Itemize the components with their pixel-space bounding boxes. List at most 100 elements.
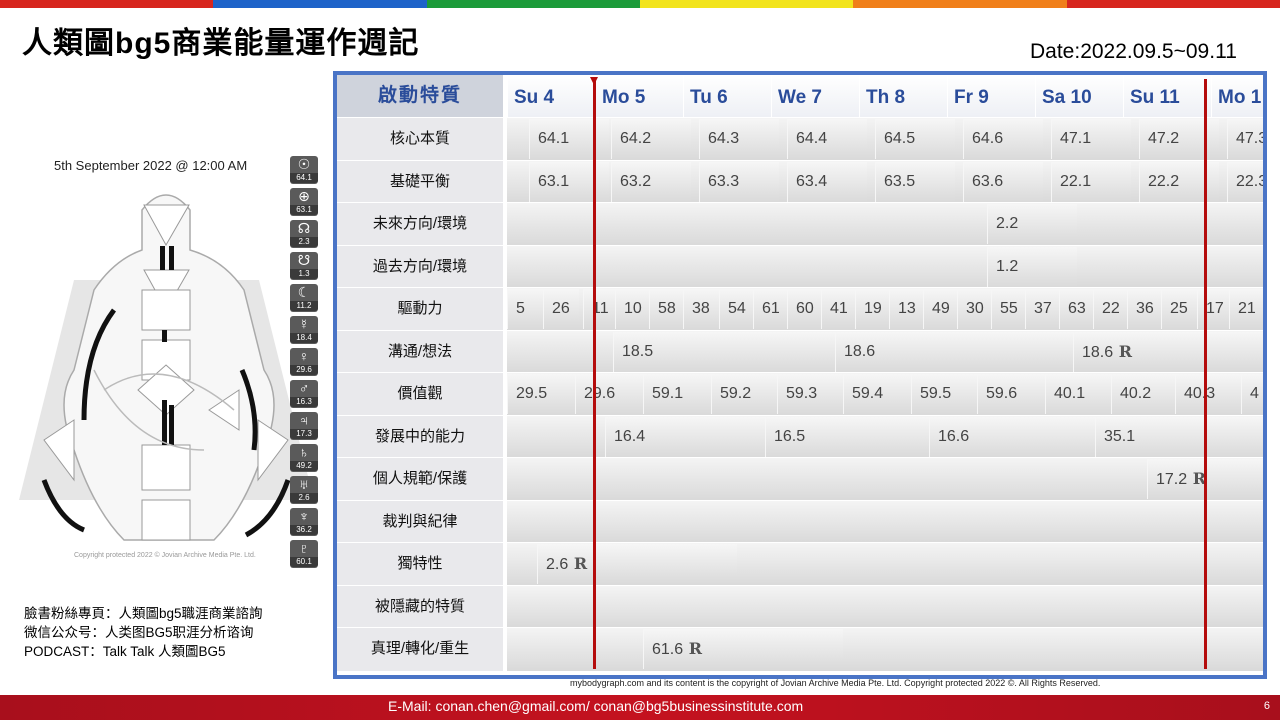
table-cell: 58	[649, 289, 685, 329]
transit-table: 啟動特質 Su 4 Mo 5 Tu 6 We 7 Th 8 Fr 9 Sa 10 Su 11 M…	[333, 71, 1267, 679]
footer-bar: E-Mail: conan.chen@gmail.com/ conan@bg5b…	[0, 695, 1280, 720]
row-label: 個人規範/保護	[337, 457, 503, 501]
table-cell: 17	[1197, 289, 1233, 329]
table-row: 29.5 29.6 59.1 59.2 59.3 59.4 59.5 59.6 40.1 40.2…	[507, 372, 1263, 416]
table-cell: 22	[1093, 289, 1129, 329]
table-cell: 47.2	[1139, 119, 1219, 159]
table-cell: 35.1	[1095, 416, 1263, 457]
table-cell: 64.5	[875, 119, 955, 159]
mars-icon: ♂ 16.3	[290, 380, 318, 408]
table-header-label: 啟動特質	[337, 75, 503, 117]
table-cell: 21	[1229, 289, 1263, 329]
table-cell: 16.6	[929, 416, 1097, 457]
planet-list: ☉ 64.1 ⊕ 63.1 ☊ 2.3 ☋ 1.3 ☾ 11.2 ☿ 18.4 ♀ 29.6 ♂ 16.3 ♃ 1…	[290, 156, 320, 572]
table-cell: 40.1	[1045, 374, 1113, 414]
table-row: 61.6	[507, 627, 1263, 671]
table-cell: 64.4	[787, 119, 867, 159]
table-cell: 63.6	[963, 161, 1043, 202]
note-facebook: 臉書粉絲專頁：人類圖bg5職涯商業諮詢	[24, 606, 263, 621]
table-cell: 64.6	[963, 119, 1043, 159]
day-header: Mo 1	[1211, 75, 1263, 117]
table-cell: 59.1	[643, 374, 711, 414]
table-cell: 29.6	[575, 374, 643, 414]
table-cell: 2.2	[987, 204, 1077, 244]
copyright-text: mybodygraph.com and its content is the c…	[570, 678, 1101, 688]
row-label: 價值觀	[337, 372, 503, 416]
table-row: 16.4 16.5 16.6 35.1	[507, 414, 1263, 458]
earth-icon: ⊕ 63.1	[290, 188, 318, 216]
table-cell: 25	[1161, 289, 1197, 329]
table-cell: 2.6	[537, 544, 737, 584]
table-cell: 41	[821, 289, 857, 329]
table-row: 5 26 11 10 58 38 54 61 60 41 19 13 49 30 55 37 63 22 36 25 1…	[507, 287, 1263, 331]
rainbow-bar	[0, 0, 1280, 8]
table-cell: 10	[615, 289, 651, 329]
south-node-icon: ☋ 1.3	[290, 252, 318, 280]
day-header: Su 11	[1123, 75, 1211, 117]
table-cell: 22.3	[1227, 161, 1263, 202]
table-cell: 11	[583, 289, 619, 329]
table-cell: 47.1	[1051, 119, 1131, 159]
table-cell: 26	[543, 289, 579, 329]
week-end-marker	[1204, 79, 1207, 669]
venus-icon: ♀ 29.6	[290, 348, 318, 376]
table-cell: 54	[719, 289, 755, 329]
mercury-icon: ☿ 18.4	[290, 316, 318, 344]
pluto-icon: ♇ 60.1	[290, 540, 318, 568]
row-label: 驅動力	[337, 287, 503, 331]
day-header: Sa 10	[1035, 75, 1123, 117]
table-cell: 49	[923, 289, 959, 329]
table-cell: 22.1	[1051, 161, 1131, 202]
date-range: Date:2022.09.5~09.11	[1030, 40, 1237, 63]
table-row: 2.2	[507, 202, 1263, 246]
day-header: Mo 5	[595, 75, 683, 117]
page-number: 6	[1263, 700, 1270, 712]
table-cell: 63.1	[529, 161, 609, 202]
table-cell: 63.4	[787, 161, 867, 202]
table-cell: 18.6	[1073, 331, 1263, 372]
note-podcast: PODCAST：Talk Talk 人類圖BG5	[24, 644, 226, 659]
table-cell: 59.4	[843, 374, 911, 414]
uranus-icon: ♅ 2.6	[290, 476, 318, 504]
neptune-icon: ♆ 36.2	[290, 508, 318, 536]
day-header: Tu 6	[683, 75, 771, 117]
contact-notes: 臉書粉絲專頁：人類圖bg5職涯商業諮詢 微信公众号：人类图BG5职涯分析谘询 P…	[24, 604, 263, 661]
table-row: 63.1 63.2 63.3 63.4 63.5 63.6 22.1 22.2 22.3	[507, 159, 1263, 203]
table-row: 17.2	[507, 457, 1263, 501]
saturn-icon: ♄ 49.2	[290, 444, 318, 472]
table-cell: 1.2	[987, 246, 1077, 287]
table-cell: 17.2	[1147, 459, 1263, 499]
table-cell: 63.5	[875, 161, 955, 202]
table-row: 64.1 64.2 64.3 64.4 64.5 64.6 47.1 47.2 47.3	[507, 117, 1263, 161]
table-cell: 18.5	[613, 331, 843, 372]
table-cell: 29.5	[507, 374, 575, 414]
table-cell: 59.2	[711, 374, 779, 414]
table-cell: 13	[889, 289, 925, 329]
table-cell: 16.5	[765, 416, 929, 457]
table-cell: 64.2	[611, 119, 691, 159]
row-label: 獨特性	[337, 542, 503, 586]
table-cell: 18.6	[835, 331, 1075, 372]
bodygraph-chart: 5th September 2022 @ 12:00 AM Copyright …	[14, 150, 324, 570]
table-cell: 64.1	[529, 119, 609, 159]
table-cell: 60	[787, 289, 823, 329]
row-label: 發展中的能力	[337, 414, 503, 458]
table-cell: 5	[507, 289, 543, 329]
day-header: We 7	[771, 75, 859, 117]
table-row: 18.5 18.6 18.6	[507, 329, 1263, 373]
page-title: 人類圖bg5商業能量運作週記	[22, 27, 420, 60]
footer-email: E-Mail: conan.chen@gmail.com/ conan@bg5b…	[388, 698, 804, 714]
table-cell: 40.3	[1175, 374, 1243, 414]
day-header: Th 8	[859, 75, 947, 117]
north-node-icon: ☊ 2.3	[290, 220, 318, 248]
moon-icon: ☾ 11.2	[290, 284, 318, 312]
row-label: 溝通/想法	[337, 329, 503, 373]
table-cell: 4	[1241, 374, 1263, 414]
table-cell: 61	[753, 289, 789, 329]
row-label: 核心本質	[337, 117, 503, 161]
table-row	[507, 584, 1263, 628]
table-cell: 16.4	[605, 416, 769, 457]
note-wechat: 微信公众号：人类图BG5职涯分析谘询	[24, 625, 254, 640]
bodygraph-figure-icon	[19, 194, 314, 541]
table-cell: 38	[683, 289, 719, 329]
